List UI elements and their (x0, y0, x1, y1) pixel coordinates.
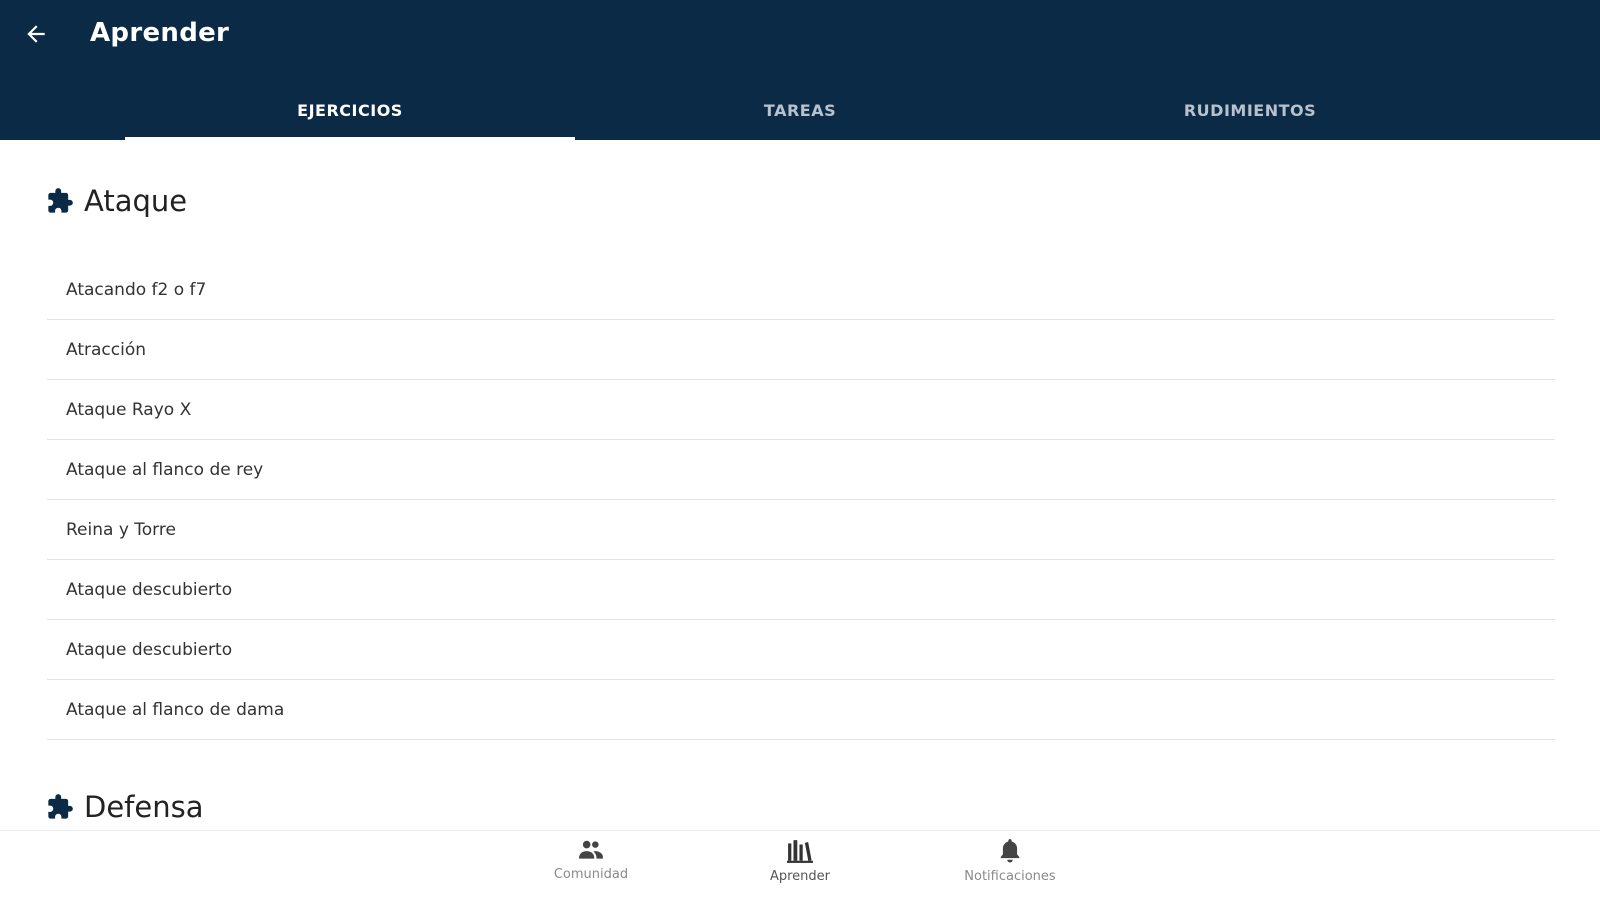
list-item[interactable]: Ataque descubierto (47, 620, 1555, 680)
section-title: Defensa (84, 790, 204, 824)
nav-label: Notificaciones (964, 869, 1056, 884)
tab-tareas[interactable]: TAREAS (575, 80, 1025, 140)
tab-label: RUDIMIENTOS (1183, 100, 1317, 120)
list-item-label: Ataque descubierto (66, 579, 233, 600)
bell-icon (1000, 839, 1020, 863)
list-item[interactable]: Atacando f2 o f7 (47, 260, 1555, 320)
nav-label: Aprender (769, 869, 831, 884)
nav-comunidad[interactable]: Comunidad (521, 839, 661, 895)
list-item[interactable]: Ataque al flanco de rey (47, 440, 1555, 500)
nav-notificaciones[interactable]: Notificaciones (940, 839, 1080, 895)
list-item-label: Ataque al flanco de dama (66, 699, 285, 720)
list-item[interactable]: Ataque Rayo X (47, 380, 1555, 440)
section-header-ataque: Ataque (46, 184, 187, 218)
list-item[interactable]: Reina y Torre (47, 500, 1555, 560)
nav-aprender[interactable]: Aprender (730, 839, 870, 895)
list-item-label: Atracción (66, 339, 146, 360)
bottom-navigation: Comunidad Aprender Notificaciones (0, 830, 1600, 901)
list-item-label: Ataque Rayo X (66, 399, 192, 420)
list-item-label: Reina y Torre (66, 519, 176, 540)
exercise-list: Atacando f2 o f7 Atracción Ataque Rayo X… (47, 260, 1555, 740)
list-item[interactable]: Ataque descubierto (47, 560, 1555, 620)
list-item-label: Ataque descubierto (66, 639, 233, 660)
list-item[interactable]: Atracción (47, 320, 1555, 380)
puzzle-piece-icon (48, 188, 73, 213)
section-title: Ataque (84, 184, 188, 218)
list-item-label: Atacando f2 o f7 (66, 279, 207, 300)
app-bar: Aprender EJERCICIOS TAREAS RUDIMIENTOS (0, 0, 1600, 140)
tab-rudimientos[interactable]: RUDIMIENTOS (1025, 80, 1475, 140)
back-button[interactable] (20, 18, 52, 50)
list-item[interactable]: Ataque al flanco de dama (47, 680, 1555, 740)
nav-label: Comunidad (553, 867, 629, 882)
tab-label: TAREAS (763, 100, 837, 120)
list-item-label: Ataque al flanco de rey (66, 459, 264, 480)
tab-ejercicios[interactable]: EJERCICIOS (125, 80, 575, 140)
tab-label: EJERCICIOS (297, 100, 403, 120)
tab-bar: EJERCICIOS TAREAS RUDIMIENTOS (0, 80, 1600, 140)
section-header-defensa: Defensa (46, 790, 203, 824)
puzzle-piece-icon (48, 794, 73, 819)
exercise-list-content[interactable]: Ataque Atacando f2 o f7 Atracción Ataque… (0, 140, 1600, 830)
books-icon (787, 840, 813, 863)
people-icon (579, 840, 603, 859)
arrow-left-icon (27, 25, 45, 43)
page-title: Aprender (90, 18, 230, 48)
